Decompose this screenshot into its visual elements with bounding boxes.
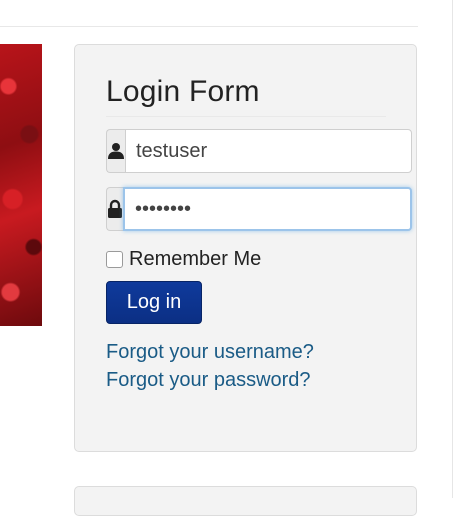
username-group (106, 129, 412, 173)
page-edge-divider (452, 0, 453, 498)
title-divider (106, 116, 386, 117)
header-divider (0, 26, 418, 27)
user-icon (106, 129, 125, 173)
login-module: Login Form Remember Me Log in Forgot you… (74, 44, 417, 452)
login-button[interactable]: Log in (106, 281, 202, 324)
secondary-module (74, 486, 417, 516)
lock-icon (106, 187, 123, 231)
page-title: Login Form (106, 75, 260, 108)
password-field[interactable] (123, 187, 412, 231)
forgot-password-link[interactable]: Forgot your password? (106, 369, 311, 392)
hero-image (0, 44, 42, 326)
remember-label: Remember Me (129, 248, 262, 270)
remember-me[interactable]: Remember Me (106, 248, 261, 271)
forgot-username-link[interactable]: Forgot your username? (106, 341, 314, 364)
username-field[interactable] (125, 129, 412, 173)
remember-checkbox[interactable] (106, 251, 123, 268)
password-group (106, 187, 412, 231)
